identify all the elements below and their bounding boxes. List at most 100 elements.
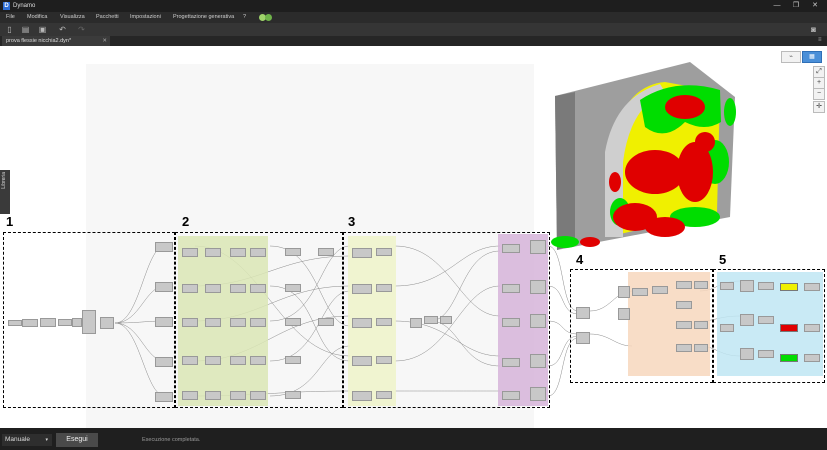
graph-node[interactable] bbox=[720, 282, 734, 290]
close-tab-icon[interactable]: ✕ bbox=[102, 36, 107, 46]
graph-node[interactable] bbox=[352, 391, 372, 401]
graph-node[interactable] bbox=[530, 387, 546, 401]
graph-node[interactable] bbox=[804, 324, 820, 332]
graph-node[interactable] bbox=[376, 391, 392, 399]
graph-node[interactable] bbox=[72, 318, 82, 327]
graph-node[interactable] bbox=[502, 358, 520, 367]
graph-node[interactable] bbox=[230, 391, 246, 400]
menu-progettazione-generativa[interactable]: Progettazione generativa bbox=[173, 12, 234, 23]
graph-node[interactable] bbox=[58, 319, 72, 326]
graph-node[interactable] bbox=[740, 348, 754, 360]
graph-node[interactable] bbox=[100, 317, 114, 329]
run-button[interactable]: Esegui bbox=[56, 433, 98, 447]
graph-node[interactable] bbox=[758, 282, 774, 290]
graph-node[interactable] bbox=[530, 354, 546, 368]
graph-node[interactable] bbox=[82, 310, 96, 334]
graph-node[interactable] bbox=[285, 248, 301, 256]
graph-node[interactable] bbox=[576, 307, 590, 319]
graph-node[interactable] bbox=[502, 284, 520, 293]
graph-node[interactable] bbox=[424, 316, 438, 324]
library-side-tab[interactable]: Libreria bbox=[0, 170, 10, 214]
graph-node[interactable] bbox=[205, 391, 221, 400]
graph-node[interactable] bbox=[155, 392, 173, 402]
graph-node[interactable] bbox=[352, 356, 372, 366]
menu-help[interactable]: ? bbox=[243, 12, 246, 23]
menu-pacchetti[interactable]: Pacchetti bbox=[96, 12, 119, 23]
graph-node[interactable] bbox=[250, 356, 266, 365]
menu-file[interactable]: File bbox=[6, 12, 15, 23]
minimize-button[interactable]: — bbox=[770, 1, 784, 11]
graph-node[interactable] bbox=[40, 318, 56, 327]
graph-node[interactable] bbox=[352, 318, 372, 328]
graph-node[interactable] bbox=[250, 248, 266, 257]
graph-node[interactable] bbox=[352, 248, 372, 258]
graph-node[interactable] bbox=[182, 284, 198, 293]
graph-canvas[interactable]: ⌁ ▦ ⤢ + − ✛ 1 2 3 4 5 Libreria bbox=[0, 46, 827, 428]
graph-node[interactable] bbox=[376, 284, 392, 292]
graph-node[interactable] bbox=[410, 318, 422, 328]
graph-node[interactable] bbox=[618, 308, 630, 320]
graph-node[interactable] bbox=[250, 318, 266, 327]
graph-node[interactable] bbox=[155, 282, 173, 292]
graph-node[interactable] bbox=[182, 356, 198, 365]
graph-node[interactable] bbox=[8, 320, 22, 326]
graph-node[interactable] bbox=[376, 318, 392, 326]
graph-node[interactable] bbox=[694, 281, 708, 289]
graph-node[interactable] bbox=[205, 284, 221, 293]
menu-visualizza[interactable]: Visualizza bbox=[60, 12, 85, 23]
menu-impostazioni[interactable]: Impostazioni bbox=[130, 12, 161, 23]
yellow-color-swatch[interactable] bbox=[780, 283, 798, 291]
graph-node[interactable] bbox=[285, 391, 301, 399]
graph-node[interactable] bbox=[804, 354, 820, 362]
graph-node[interactable] bbox=[530, 240, 546, 254]
run-mode-dropdown[interactable]: Manuale ▾ bbox=[2, 434, 52, 446]
maximize-button[interactable]: ❐ bbox=[789, 1, 803, 11]
close-button[interactable]: ✕ bbox=[808, 1, 822, 11]
graph-node[interactable] bbox=[22, 319, 38, 327]
open-file-icon[interactable]: ▤ bbox=[21, 25, 30, 34]
graph-node[interactable] bbox=[804, 283, 820, 291]
save-icon[interactable]: ▣ bbox=[38, 25, 47, 34]
graph-node[interactable] bbox=[502, 391, 520, 400]
graph-node[interactable] bbox=[676, 281, 692, 289]
graph-node[interactable] bbox=[720, 324, 734, 332]
graph-node[interactable] bbox=[250, 284, 266, 293]
tab-menu-icon[interactable]: ≡ bbox=[818, 37, 822, 43]
graph-node[interactable] bbox=[530, 280, 546, 294]
graph-node[interactable] bbox=[155, 317, 173, 327]
graph-node[interactable] bbox=[530, 314, 546, 328]
graph-node[interactable] bbox=[230, 318, 246, 327]
graph-node[interactable] bbox=[250, 391, 266, 400]
graph-node[interactable] bbox=[676, 301, 692, 309]
graph-node[interactable] bbox=[758, 316, 774, 324]
workspace-tab[interactable]: prova flessie nicchia2.dyn* ✕ bbox=[2, 36, 110, 46]
graph-node[interactable] bbox=[376, 356, 392, 364]
graph-node[interactable] bbox=[502, 318, 520, 327]
graph-node[interactable] bbox=[318, 248, 334, 256]
graph-node[interactable] bbox=[740, 280, 754, 292]
green-color-swatch[interactable] bbox=[780, 354, 798, 362]
graph-node[interactable] bbox=[352, 284, 372, 294]
graph-node[interactable] bbox=[694, 344, 708, 352]
graph-node[interactable] bbox=[182, 391, 198, 400]
graph-node[interactable] bbox=[758, 350, 774, 358]
graph-node[interactable] bbox=[652, 286, 668, 294]
graph-node[interactable] bbox=[205, 318, 221, 327]
graph-node[interactable] bbox=[182, 248, 198, 257]
screenshot-camera-icon[interactable]: ◙ bbox=[809, 25, 818, 34]
graph-node[interactable] bbox=[230, 356, 246, 365]
graph-node[interactable] bbox=[618, 286, 630, 298]
redo-icon[interactable]: ↷ bbox=[77, 25, 86, 34]
graph-node[interactable] bbox=[376, 248, 392, 256]
graph-node[interactable] bbox=[694, 321, 708, 329]
new-file-icon[interactable]: ▯ bbox=[5, 25, 14, 34]
graph-node[interactable] bbox=[632, 288, 648, 296]
menu-modifica[interactable]: Modifica bbox=[27, 12, 47, 23]
graph-node[interactable] bbox=[576, 332, 590, 344]
graph-node[interactable] bbox=[285, 284, 301, 292]
undo-icon[interactable]: ↶ bbox=[58, 25, 67, 34]
graph-node[interactable] bbox=[676, 321, 692, 329]
red-color-swatch[interactable] bbox=[780, 324, 798, 332]
graph-node[interactable] bbox=[230, 248, 246, 257]
graph-node[interactable] bbox=[205, 356, 221, 365]
